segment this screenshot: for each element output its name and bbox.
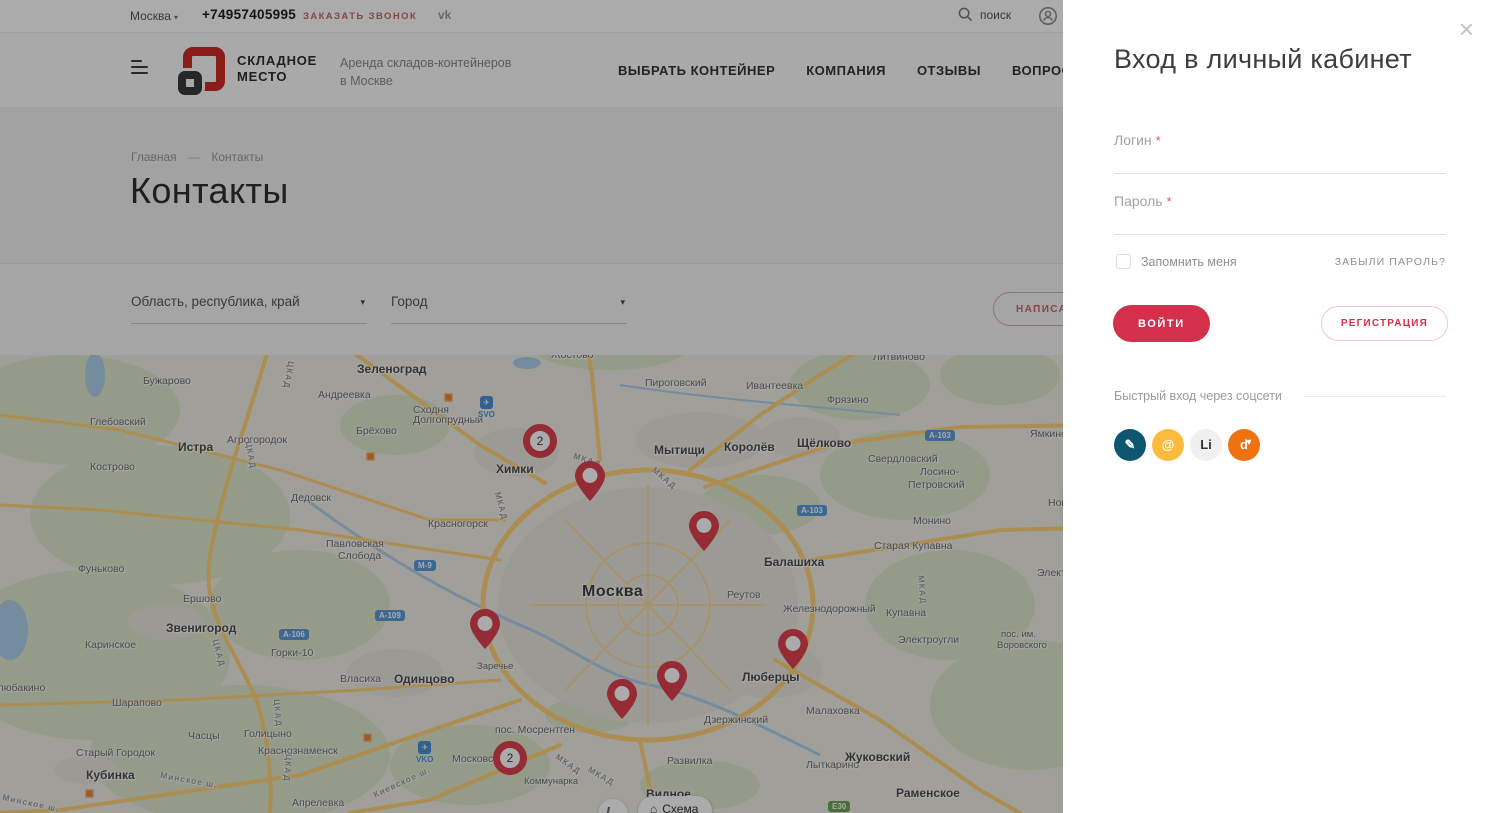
required-mark: * — [1156, 133, 1161, 148]
social-login-header: Быстрый вход через соцсети — [1114, 389, 1446, 403]
modal-title: Вход в личный кабинет — [1114, 44, 1412, 75]
forgot-password-link[interactable]: ЗАБЫЛИ ПАРОЛЬ? — [1335, 256, 1446, 268]
social-d-icon[interactable]: d — [1228, 429, 1260, 461]
remember-row: Запомнить меня ЗАБЫЛИ ПАРОЛЬ? — [1116, 254, 1446, 269]
remember-checkbox[interactable] — [1116, 254, 1131, 269]
close-icon[interactable]: × — [1459, 16, 1474, 42]
liveinternet-icon[interactable]: Li — [1190, 429, 1222, 461]
login-modal: × Вход в личный кабинет Логин * Пароль * З… — [1063, 0, 1500, 813]
required-mark: * — [1167, 194, 1172, 209]
login-field[interactable]: Логин * — [1114, 132, 1446, 174]
mailru-icon[interactable]: @ — [1152, 429, 1184, 461]
page: Москва▾ +74957405995 ЗАКАЗАТЬ ЗВОНОК vk … — [0, 0, 1500, 813]
remember-label: Запомнить меня — [1141, 255, 1237, 269]
login-input[interactable] — [1114, 150, 1446, 174]
password-input[interactable] — [1114, 211, 1446, 235]
login-label: Логин — [1114, 132, 1152, 148]
livejournal-icon[interactable]: ✎ — [1114, 429, 1146, 461]
register-button[interactable]: РЕГИСТРАЦИЯ — [1321, 306, 1448, 341]
login-button[interactable]: ВОЙТИ — [1113, 305, 1210, 342]
password-field[interactable]: Пароль * — [1114, 193, 1446, 235]
password-label: Пароль — [1114, 193, 1163, 209]
social-login-row: ✎@Lid — [1114, 429, 1260, 461]
